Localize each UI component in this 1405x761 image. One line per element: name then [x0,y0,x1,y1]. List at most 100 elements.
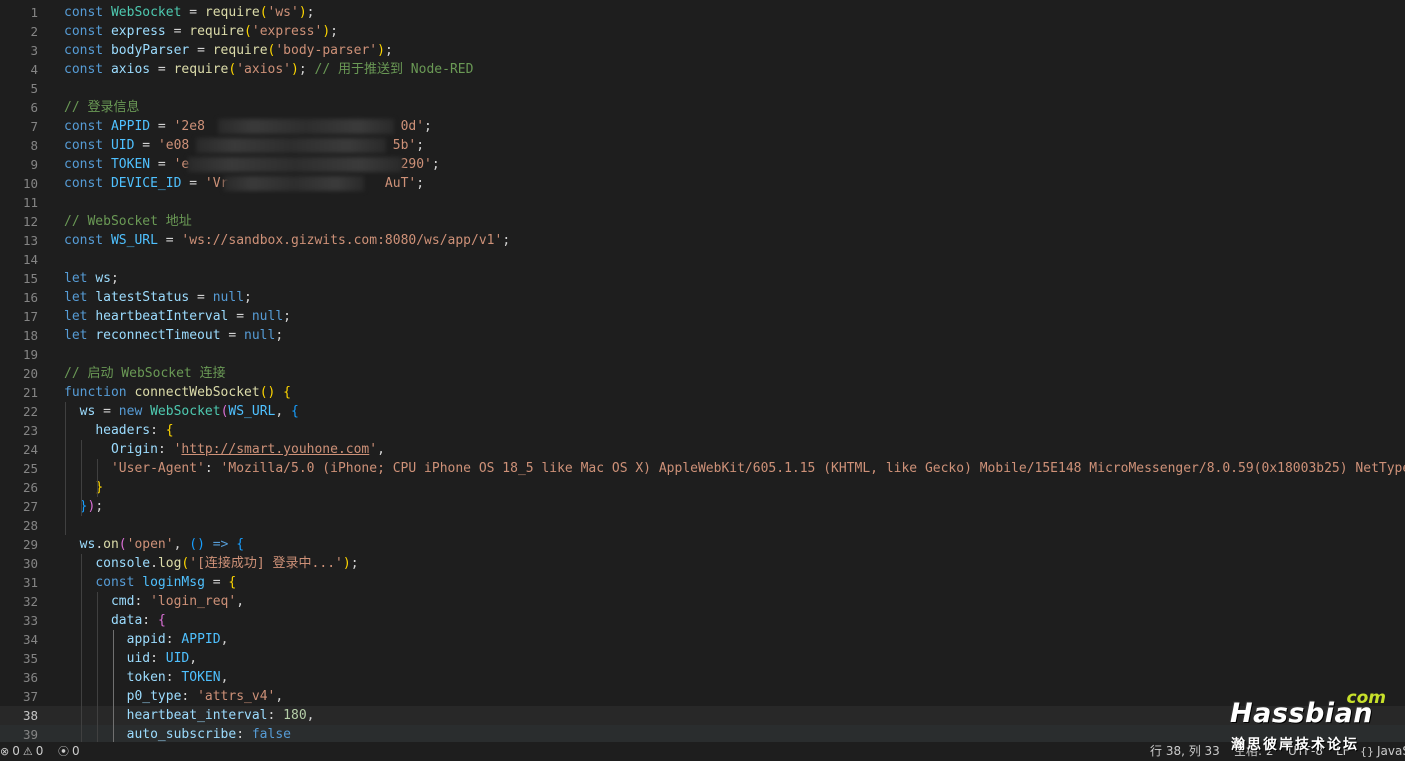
code-line[interactable]: 27 }); [0,497,1405,516]
indentation-text: 空格: 2 [1234,744,1274,758]
line-number: 8 [30,138,38,153]
line-number: 12 [22,214,38,229]
code-line[interactable]: 23 headers: { [0,421,1405,440]
code-token: 'login_req' [150,594,237,609]
code-text: 'User-Agent': 'Mozilla/5.0 (iPhone; CPU … [64,459,1405,478]
code-token: = [204,575,229,590]
code-text: console.log('[连接成功] 登录中...'); [64,554,358,573]
line-number: 2 [30,24,38,39]
code-token: const [64,157,104,172]
eol-setting[interactable]: LF [1336,742,1350,761]
code-line[interactable]: 37 p0_type: 'attrs_v4', [0,687,1405,706]
language-mode[interactable]: {} JavaSc [1360,742,1405,761]
code-line[interactable]: 39 auto_subscribe: false [0,725,1405,742]
code-line[interactable]: 4 const axios = require('axios'); // 用于推送… [0,60,1405,79]
code-token: UID [165,651,190,666]
cursor-position[interactable]: 行 38, 列 33 [1150,742,1220,761]
code-token: ; [424,119,432,134]
code-line[interactable]: 11 [0,193,1405,212]
code-token: // 登录信息 [64,100,140,115]
code-token: http://smart.youhone.com [181,442,370,457]
code-token: , [220,632,229,647]
indentation-setting[interactable]: 空格: 2 [1234,742,1274,761]
code-line[interactable]: 36 token: TOKEN, [0,668,1405,687]
line-number: 10 [22,176,38,191]
code-token: : [157,442,174,457]
code-token: null [244,328,276,343]
code-token: Origin [110,442,158,457]
code-text: let latestStatus = null; [64,288,252,307]
line-number: 13 [22,233,38,248]
code-line[interactable]: 30 console.log('[连接成功] 登录中...'); [0,554,1405,573]
code-line[interactable]: 2 const express = require('express'); [0,22,1405,41]
code-line[interactable]: 38 heartbeat_interval: 180, [0,706,1405,725]
code-token: ; [306,5,315,20]
encoding-setting[interactable]: UTF-8 [1288,742,1323,761]
code-line[interactable]: 5 [0,79,1405,98]
code-token: ; [416,176,425,191]
code-line[interactable]: 35 uid: UID, [0,649,1405,668]
code-token: = [157,233,182,248]
code-line[interactable]: 19 [0,345,1405,364]
indent-guide [97,592,98,742]
code-line[interactable]: 21 function connectWebSocket() { [0,383,1405,402]
code-line[interactable]: 28 [0,516,1405,535]
code-line[interactable]: 17 let heartbeatInterval = null; [0,307,1405,326]
code-text: heartbeat_interval: 180, [64,706,315,725]
code-text: appid: APPID, [64,630,229,649]
code-line[interactable]: 3 const bodyParser = require('body-parser… [0,41,1405,60]
ports-indicator[interactable]: ⦿ 0 [58,742,80,761]
code-token: let [64,328,88,343]
code-line[interactable]: 1 const WebSocket = require('ws'); [0,3,1405,22]
problems-indicator[interactable]: ⊗ 0 ⚠ 0 [0,742,43,761]
code-token: function [64,385,127,400]
code-line[interactable]: 12 // WebSocket 地址 [0,212,1405,231]
code-line[interactable]: 32 cmd: 'login_req', [0,592,1405,611]
code-token: { [228,575,237,590]
code-line[interactable]: 13 const WS_URL = 'ws://sandbox.gizwits.c… [0,231,1405,250]
code-line[interactable]: 29 ws.on('open', () => { [0,535,1405,554]
line-number: 36 [22,670,38,685]
code-line[interactable]: 31 const loginMsg = { [0,573,1405,592]
code-line[interactable]: 24 Origin: 'http://smart.youhone.com', [0,440,1405,459]
line-number: 9 [30,157,38,172]
code-line[interactable]: 6 // 登录信息 [0,98,1405,117]
code-token: () [189,537,205,552]
code-token: cmd [110,594,135,609]
code-line[interactable]: 34 appid: APPID, [0,630,1405,649]
code-token: 'open' [126,537,174,552]
line-number: 32 [22,594,38,609]
code-token: data [110,613,143,628]
code-line[interactable]: 15 let ws; [0,269,1405,288]
code-line[interactable]: 16 let latestStatus = null; [0,288,1405,307]
code-line[interactable]: 18 let reconnectTimeout = null; [0,326,1405,345]
line-number: 22 [22,404,38,419]
code-token: null [251,309,284,324]
code-line[interactable]: 26 } [0,478,1405,497]
code-line[interactable]: 33 data: { [0,611,1405,630]
code-editor[interactable]: 1 const WebSocket = require('ws'); 2 const … [0,0,1405,742]
code-text: cmd: 'login_req', [64,592,244,611]
code-line[interactable]: 14 [0,250,1405,269]
code-line[interactable]: 10 const DEVICE_ID = 'Vr AuT'; [0,174,1405,193]
code-line[interactable]: 22 ws = new WebSocket(WS_URL, { [0,402,1405,421]
code-text: const axios = require('axios'); // 用于推送到… [64,60,473,79]
code-line[interactable]: 7 const APPID = '2e8 0d'; [0,117,1405,136]
code-token: = [181,176,205,191]
code-token: 'Mozilla/5.0 (iPhone; CPU iPhone OS 18_5… [220,461,1405,476]
code-token: ; [431,157,440,172]
code-token: const [64,233,104,248]
code-token: ; [110,271,119,286]
code-line[interactable]: 25 'User-Agent': 'Mozilla/5.0 (iPhone; C… [0,459,1405,478]
code-line[interactable]: 20 // 启动 WebSocket 连接 [0,364,1405,383]
code-token: 'User-Agent' [110,461,205,476]
code-token: headers [95,423,151,438]
code-token: = [189,43,213,58]
